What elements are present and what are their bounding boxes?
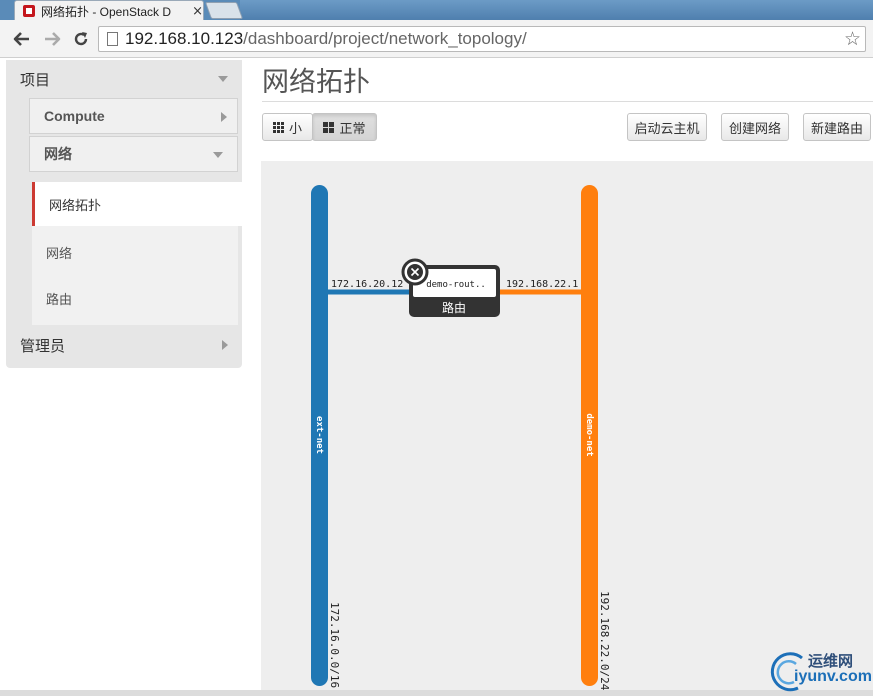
page-title: 网络拓扑 — [262, 67, 370, 98]
sidebar-item-networks[interactable]: 网络 — [32, 230, 72, 274]
topology-canvas: ext-net 172.16.0.0/16 demo-net 192.168.2… — [261, 161, 873, 691]
url-path: /dashboard/project/network_topology/ — [243, 29, 527, 48]
launch-instance-button[interactable]: 启动云主机 — [627, 113, 707, 141]
reload-icon — [74, 32, 88, 46]
view-small-label: 小 — [288, 121, 302, 137]
chevron-down-icon — [213, 152, 223, 158]
back-arrow-icon — [13, 32, 29, 46]
window-titlebar-background — [240, 0, 873, 20]
create-network-button[interactable]: 创建网络 — [721, 113, 789, 141]
browser-toolbar: 192.168.10.123/dashboard/project/network… — [0, 20, 873, 58]
back-button[interactable] — [11, 28, 33, 50]
sidebar-item-label: 网络 — [46, 246, 73, 262]
address-bar[interactable]: 192.168.10.123/dashboard/project/network… — [98, 26, 866, 52]
page-icon — [107, 32, 118, 46]
tab-close-icon[interactable]: × — [192, 4, 203, 19]
view-normal-button[interactable]: 正常 — [312, 113, 377, 141]
watermark-text-domain: iyunv.com — [794, 668, 872, 685]
demo-net-port-ip: 192.168.22.1 — [506, 279, 578, 290]
chevron-right-icon — [221, 112, 227, 122]
small-grid-icon — [272, 121, 284, 133]
launch-instance-label: 启动云主机 — [634, 121, 700, 137]
browser-tab-strip: 网络拓扑 - OpenStack D × — [0, 0, 873, 21]
sidebar-item-routers[interactable]: 路由 — [32, 276, 72, 320]
demo-net-cidr-label: 192.168.22.0/24 — [598, 591, 611, 690]
router-name: demo-rout.. — [426, 280, 486, 290]
sidebar-network-group-label: 网络 — [44, 146, 72, 162]
sidebar-project-header[interactable]: 项目 — [6, 60, 242, 98]
forward-arrow-icon — [45, 32, 61, 46]
chevron-down-icon — [218, 76, 228, 82]
sidebar-compute-label: Compute — [44, 108, 105, 124]
ext-net-port-ip: 172.16.20.12 — [331, 279, 403, 290]
sidebar-item-network-topology[interactable]: 网络拓扑 — [32, 182, 242, 226]
sidebar-compute-group[interactable]: Compute — [29, 98, 238, 134]
bookmark-star-icon[interactable]: ☆ — [844, 28, 861, 50]
sidebar-item-label: 网络拓扑 — [49, 198, 102, 214]
openstack-favicon-icon — [23, 5, 35, 17]
view-normal-label: 正常 — [339, 121, 366, 137]
page-bottom-border — [0, 690, 873, 696]
large-grid-icon — [323, 121, 335, 133]
sidebar: 项目 Compute 网络 网络拓扑 网络 路由 管理员 — [6, 60, 242, 368]
watermark-logo: 运维网 iyunv.com — [768, 648, 873, 694]
ext-net-name-label: ext-net — [314, 416, 324, 454]
url-host: 192.168.10.123 — [125, 29, 244, 48]
sidebar-admin-label: 管理员 — [20, 336, 66, 355]
create-network-label: 创建网络 — [728, 121, 781, 137]
view-small-button[interactable]: 小 — [262, 113, 313, 141]
url-text: 192.168.10.123/dashboard/project/network… — [125, 29, 527, 49]
ext-net-cidr-label: 172.16.0.0/16 — [328, 602, 341, 688]
new-tab-button[interactable] — [204, 2, 244, 19]
sidebar-admin-header[interactable]: 管理员 — [6, 326, 242, 364]
sidebar-item-label: 路由 — [46, 292, 73, 308]
sidebar-project-label: 项目 — [20, 70, 51, 89]
router-type-label: 路由 — [442, 300, 466, 315]
browser-tab[interactable]: 网络拓扑 - OpenStack D × — [14, 0, 204, 21]
router-icon — [401, 258, 429, 286]
demo-net-name-label: demo-net — [584, 413, 594, 456]
sidebar-network-group[interactable]: 网络 — [29, 136, 238, 172]
create-router-button[interactable]: 新建路由 — [803, 113, 871, 141]
chevron-right-icon — [222, 340, 228, 350]
title-divider — [262, 101, 873, 102]
create-router-label: 新建路由 — [810, 121, 863, 137]
tab-title: 网络拓扑 - OpenStack D — [41, 4, 172, 19]
topology-svg: ext-net 172.16.0.0/16 demo-net 192.168.2… — [311, 185, 611, 691]
forward-button[interactable] — [41, 28, 63, 50]
reload-button[interactable] — [70, 28, 92, 50]
